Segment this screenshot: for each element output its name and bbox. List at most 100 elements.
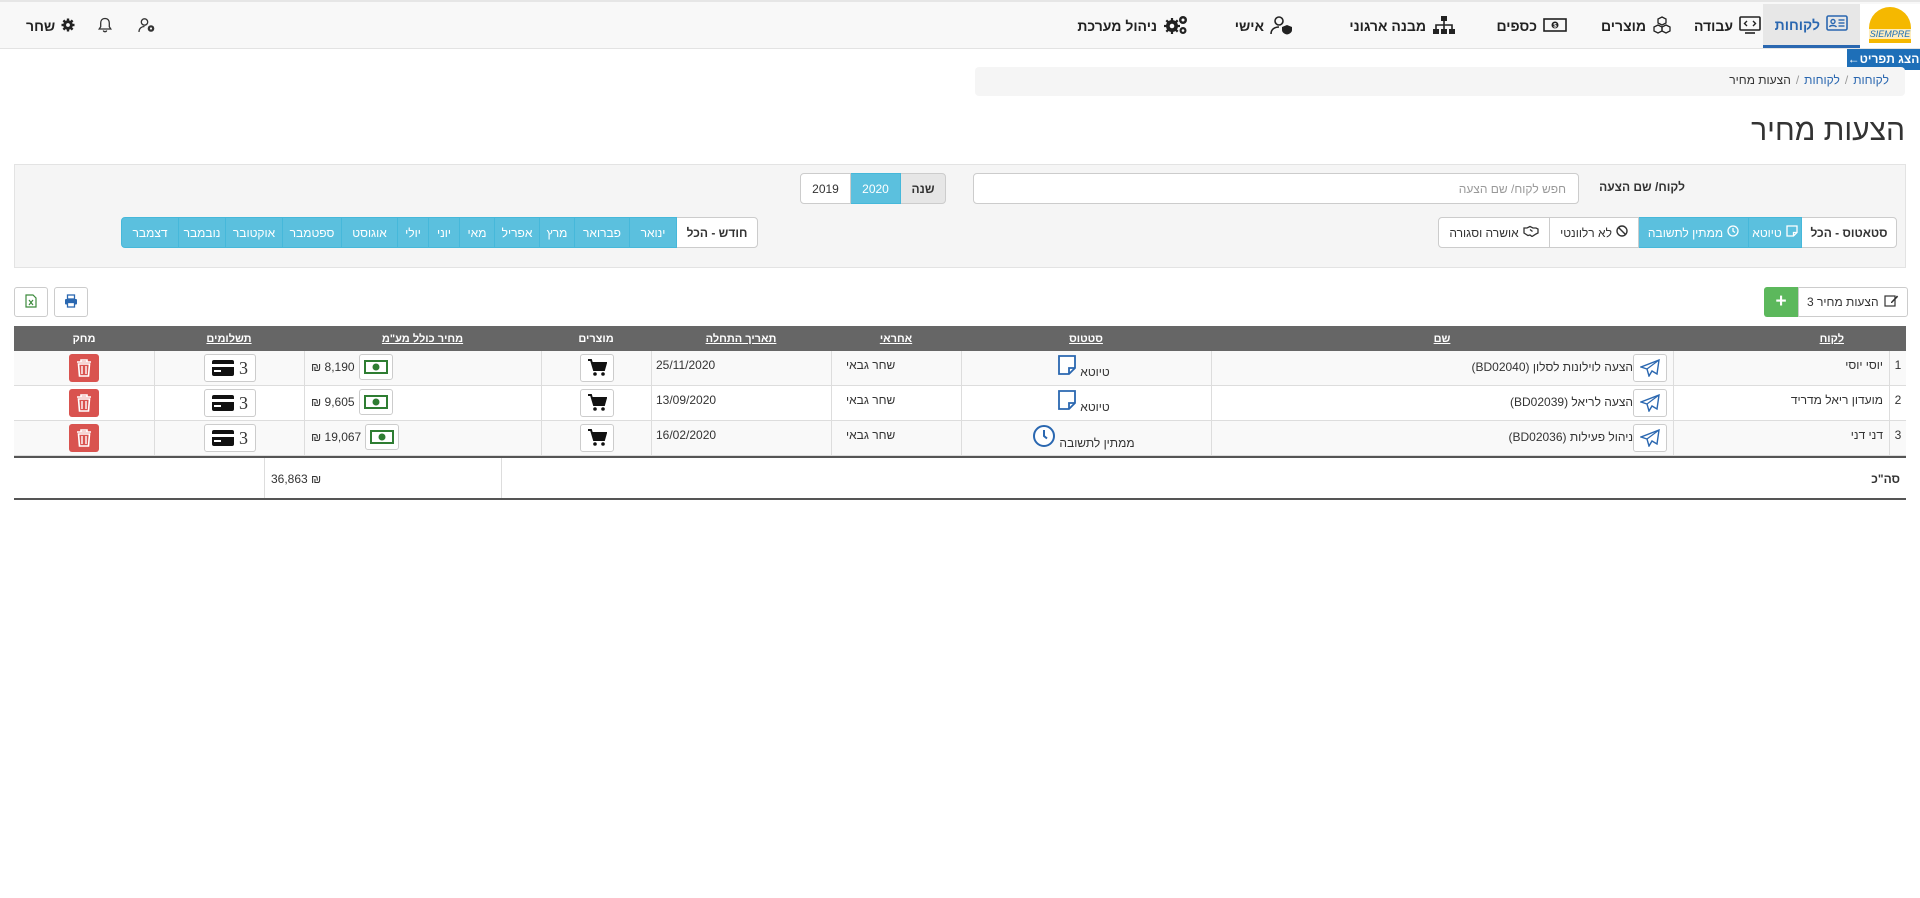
- breadcrumb-link[interactable]: לקוחות: [1804, 73, 1840, 87]
- send-quote-button[interactable]: [1633, 424, 1667, 452]
- sticky-note-icon: [1057, 389, 1077, 414]
- nav-item-org-structure[interactable]: מבנה ארגוני: [1349, 4, 1456, 48]
- col-name[interactable]: שם: [1211, 326, 1673, 351]
- col-delete: מחק: [72, 332, 96, 345]
- trash-icon: [77, 394, 91, 412]
- credit-card-icon: [212, 360, 234, 376]
- cash-button[interactable]: [358, 354, 393, 380]
- delete-cell: [14, 421, 154, 455]
- cash-icon: [363, 395, 388, 409]
- table-row[interactable]: 1 יוסי יוסי הצעה לוילונות לסלון (BD02040…: [14, 351, 1906, 386]
- clock-icon: [1032, 424, 1056, 451]
- year-2019-button[interactable]: 2019: [800, 173, 851, 204]
- user-cog-icon: [138, 17, 156, 36]
- month-button[interactable]: מאי: [459, 217, 495, 248]
- payments-count: 3: [239, 357, 248, 378]
- quotes-count-button[interactable]: הצעות מחיר 3: [1798, 287, 1908, 317]
- table-row[interactable]: 2 מועדון ריאל מדריד הצעה לריאל (BD02039)…: [14, 386, 1906, 421]
- name-cell[interactable]: ניהול פעילות (BD02036): [1211, 421, 1673, 455]
- nav-item-customers[interactable]: לקוחות: [1762, 4, 1860, 48]
- cash-button[interactable]: [358, 389, 393, 415]
- month-button[interactable]: דצמבר: [121, 217, 179, 248]
- month-all-button[interactable]: חודש - הכל: [676, 217, 758, 248]
- nav-item-label: ניהול מערכת: [1077, 18, 1157, 34]
- user-settings-button[interactable]: [138, 4, 156, 48]
- month-button[interactable]: יולי: [397, 217, 429, 248]
- responsible-cell: שחר גבאי: [831, 421, 961, 455]
- nav-item-personal[interactable]: אישי: [1235, 4, 1294, 48]
- nav-item-label: עבודה: [1693, 18, 1733, 34]
- status-all-button[interactable]: סטאטוס - הכל: [1801, 217, 1897, 248]
- nav-item-system-admin[interactable]: ניהול מערכת: [1077, 4, 1189, 48]
- send-quote-button[interactable]: [1633, 354, 1667, 382]
- status-irrelevant-button[interactable]: לא רלוונטי: [1549, 217, 1639, 248]
- month-button[interactable]: ינואר: [629, 217, 677, 248]
- print-button[interactable]: [54, 287, 88, 317]
- row-number: 3: [1889, 421, 1906, 455]
- status-approved-button[interactable]: אושרה וסגורה: [1438, 217, 1550, 248]
- search-input[interactable]: חפש לקוח/ שם הצעה: [973, 173, 1579, 204]
- cash-button[interactable]: [365, 424, 400, 450]
- month-button[interactable]: יוני: [428, 217, 460, 248]
- user-menu[interactable]: שחר: [26, 4, 75, 48]
- status-filter: סטאטוס - הכל טיוטא ממתין לתשובה לא רלוונ…: [1438, 217, 1897, 248]
- date-cell: 25/11/2020: [651, 351, 831, 385]
- products-button[interactable]: [579, 389, 614, 417]
- quote-name: ניהול פעילות (BD02036): [1508, 430, 1633, 444]
- col-price[interactable]: מחיר כולל מע"מ: [304, 326, 541, 351]
- nav-item-products[interactable]: מוצרים: [1601, 4, 1672, 48]
- paper-plane-icon: [1640, 359, 1660, 377]
- export-excel-button[interactable]: [14, 287, 48, 317]
- customer-cell[interactable]: דני דני: [1673, 421, 1889, 455]
- customer-cell[interactable]: מועדון ריאל מדריד: [1673, 386, 1889, 420]
- breadcrumb-link[interactable]: לקוחות: [1853, 73, 1889, 87]
- send-quote-button[interactable]: [1633, 389, 1667, 417]
- col-customer[interactable]: לקוח: [1673, 326, 1889, 351]
- responsible-cell: שחר גבאי: [831, 351, 961, 385]
- handshake-icon: [1522, 225, 1539, 240]
- col-responsible[interactable]: אחראי: [831, 326, 961, 351]
- delete-button[interactable]: [69, 424, 99, 452]
- year-2020-button[interactable]: 2020: [850, 173, 901, 204]
- month-button[interactable]: פברואר: [574, 217, 630, 248]
- col-status[interactable]: סטטוס: [961, 326, 1211, 351]
- month-button[interactable]: אוקטובר: [225, 217, 283, 248]
- status-draft-button[interactable]: טיוטא: [1748, 217, 1802, 248]
- cash-icon: [363, 360, 388, 374]
- nav-item-label: לקוחות: [1774, 16, 1820, 33]
- cubes-icon: [1652, 15, 1672, 37]
- cash-icon: [370, 430, 395, 444]
- col-start-date[interactable]: תאריך התחלה: [651, 326, 831, 351]
- status-cell: טיוטא: [961, 351, 1211, 385]
- status-pending-button[interactable]: ממתין לתשובה: [1638, 217, 1749, 248]
- payments-button[interactable]: 3: [203, 354, 256, 382]
- breadcrumb: לקוחות/לקוחות/הצעות מחיר: [975, 67, 1905, 96]
- month-button[interactable]: מרץ: [539, 217, 575, 248]
- products-button[interactable]: [579, 424, 614, 452]
- name-cell[interactable]: הצעה לריאל (BD02039): [1211, 386, 1673, 420]
- month-button[interactable]: נובמבר: [178, 217, 226, 248]
- add-quote-button[interactable]: +: [1764, 287, 1798, 317]
- price-cell: ₪ 9,605: [304, 386, 541, 420]
- notifications-button[interactable]: [98, 4, 112, 48]
- delete-button[interactable]: [69, 389, 99, 417]
- month-button[interactable]: אוגוסט: [341, 217, 398, 248]
- table-row[interactable]: 3 דני דני ניהול פעילות (BD02036) ממתין ל…: [14, 421, 1906, 456]
- name-cell[interactable]: הצעה לוילונות לסלון (BD02040): [1211, 351, 1673, 385]
- filter-panel: לקוח/ שם הצעה חפש לקוח/ שם הצעה שנה 2020…: [14, 164, 1906, 268]
- org-chart-icon: [1432, 15, 1456, 38]
- nav-item-finance[interactable]: $ כספים: [1496, 4, 1567, 48]
- month-button[interactable]: ספטמבר: [282, 217, 342, 248]
- products-button[interactable]: [579, 354, 614, 382]
- delete-button[interactable]: [69, 354, 99, 382]
- payments-button[interactable]: 3: [203, 424, 256, 452]
- logo[interactable]: SIEMPRE: [1860, 4, 1920, 48]
- month-button[interactable]: אפריל: [494, 217, 540, 248]
- customer-cell[interactable]: יוסי יוסי: [1673, 351, 1889, 385]
- total-label: סה"כ: [501, 458, 1906, 498]
- bell-icon: [98, 17, 112, 36]
- col-payments[interactable]: תשלומים: [154, 326, 304, 351]
- nav-item-work[interactable]: עבודה: [1694, 4, 1761, 48]
- payments-button[interactable]: 3: [203, 389, 256, 417]
- col-products: מוצרים: [578, 332, 614, 345]
